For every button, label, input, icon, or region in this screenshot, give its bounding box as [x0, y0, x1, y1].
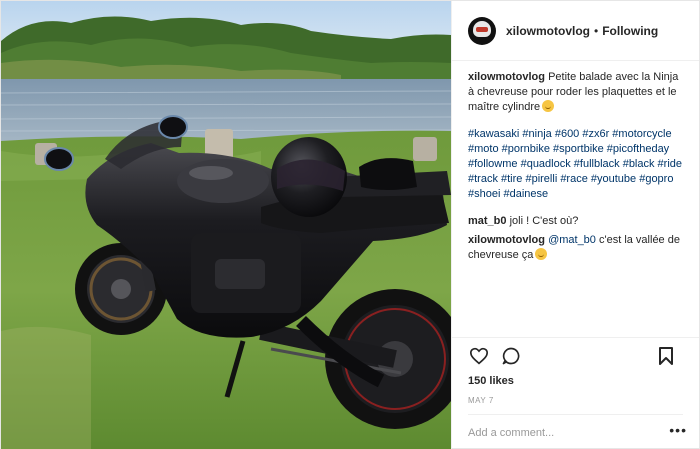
- comment-item: xilowmotovlog @mat_b0 c'est la vallée de…: [468, 233, 683, 263]
- comment-mention[interactable]: @mat_b0: [548, 234, 596, 246]
- comment-username[interactable]: mat_b0: [468, 215, 507, 227]
- smile-emoji-icon: [535, 248, 548, 260]
- comments-list: xilowmotovlog Petite balade avec la Ninj…: [452, 61, 699, 337]
- post-header: xilowmotovlog • Following: [452, 1, 699, 61]
- action-bar: [468, 338, 683, 374]
- following-button[interactable]: Following: [602, 24, 658, 38]
- post-date: MAY 7: [468, 396, 494, 405]
- bookmark-icon[interactable]: [655, 345, 677, 367]
- instagram-post: xilowmotovlog • Following xilowmotovlog …: [0, 0, 700, 449]
- hashtags-text[interactable]: #kawasaki #ninja #600 #zx6r #motorcycle …: [468, 128, 682, 200]
- header-separator: •: [594, 23, 599, 38]
- comment-text: joli ! C'est où?: [509, 215, 579, 227]
- likes-count[interactable]: 150 likes: [468, 374, 683, 388]
- post-photo[interactable]: [1, 1, 451, 449]
- helmet-avatar-icon[interactable]: [468, 16, 496, 45]
- comment-icon[interactable]: [500, 345, 522, 367]
- header-username[interactable]: xilowmotovlog: [506, 24, 590, 38]
- caption-username[interactable]: xilowmotovlog: [468, 71, 545, 83]
- add-comment-bar: •••: [468, 414, 686, 449]
- wink-emoji-icon: [542, 100, 555, 112]
- motorcycle-lake-photo: [1, 1, 451, 449]
- add-comment-input[interactable]: [468, 426, 668, 439]
- more-options-icon[interactable]: •••: [669, 423, 687, 437]
- comment-item: mat_b0 joli ! C'est où?: [468, 214, 683, 229]
- hashtags: #kawasaki #ninja #600 #zx6r #motorcycle …: [468, 127, 683, 202]
- comment-username[interactable]: xilowmotovlog: [468, 234, 545, 246]
- post-sidebar: xilowmotovlog • Following xilowmotovlog …: [451, 1, 699, 449]
- heart-icon[interactable]: [468, 345, 490, 367]
- caption: xilowmotovlog Petite balade avec la Ninj…: [468, 70, 683, 115]
- post-actions-area: 150 likes MAY 7 •••: [452, 337, 699, 449]
